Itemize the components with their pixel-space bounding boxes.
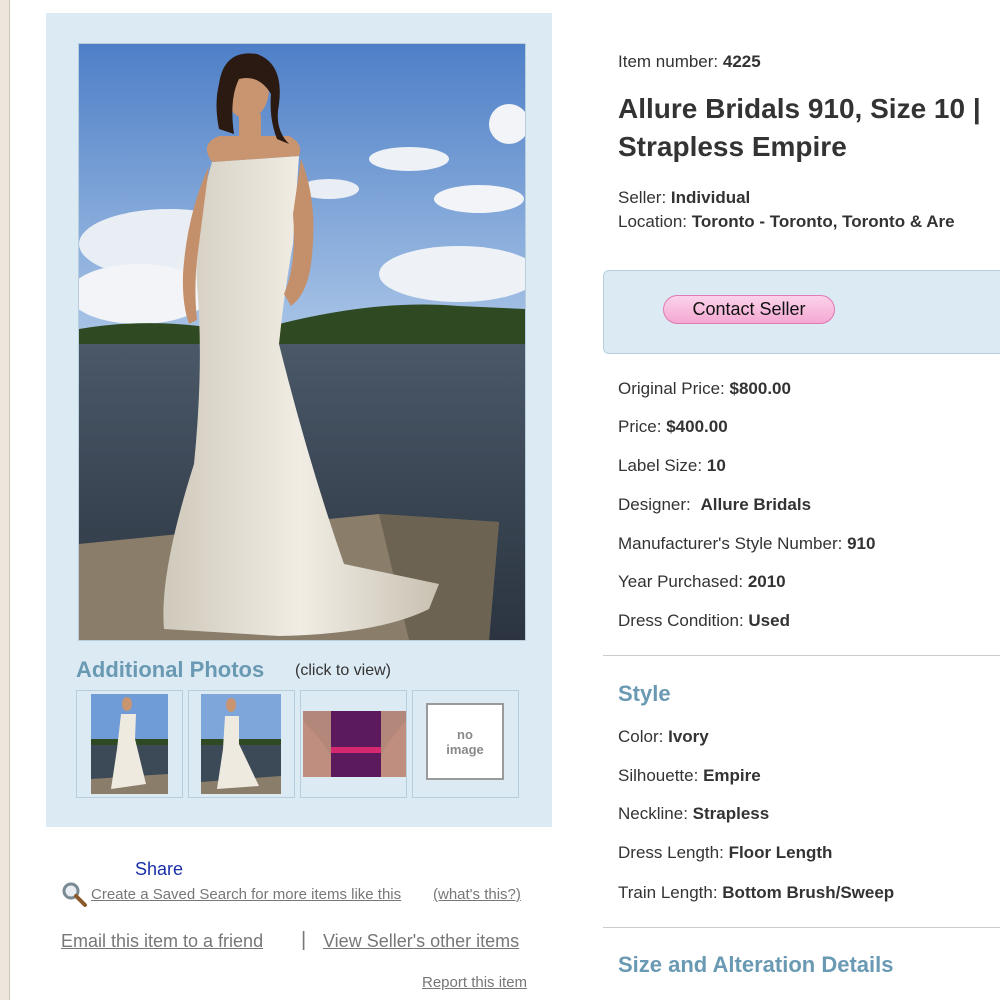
contact-box: Contact Seller (603, 270, 1000, 354)
location-value: Toronto - Toronto, Toronto & Are (691, 212, 955, 231)
detail-value: Used (748, 611, 790, 630)
thumbnail-2-image (201, 694, 281, 794)
detail-value: Allure Bridals (700, 495, 812, 514)
seller-label: Seller: (618, 188, 667, 207)
main-dress-photo[interactable] (78, 43, 526, 641)
item-number-value: 4225 (722, 52, 761, 71)
style-value: Ivory (668, 727, 709, 746)
style-row-dress-length: Dress Length: Floor Length (618, 843, 832, 863)
detail-value: 910 (847, 534, 876, 553)
window-left-edge (0, 0, 10, 1000)
style-row-silhouette: Silhouette: Empire (618, 766, 761, 786)
magnifier-icon (60, 880, 90, 910)
click-to-view-hint: (click to view) (295, 662, 392, 679)
section-divider (603, 655, 1000, 656)
detail-label: Dress Condition: (618, 611, 744, 630)
no-image-text-2: image (446, 741, 484, 757)
seller-value: Individual (670, 188, 751, 207)
style-value: Bottom Brush/Sweep (722, 883, 895, 902)
style-label: Train Length: (618, 883, 718, 902)
detail-label: Manufacturer's Style Number: (618, 534, 843, 553)
detail-value: 2010 (747, 572, 786, 591)
style-row-train-length: Train Length: Bottom Brush/Sweep (618, 883, 894, 903)
detail-row-label-size: Label Size: 10 (618, 456, 726, 476)
thumbnail-1[interactable] (76, 690, 183, 798)
photo-panel: Additional Photos (click to view) no ima… (46, 13, 552, 827)
whats-this-link[interactable]: (what's this?) (433, 886, 521, 903)
section-divider (603, 927, 1000, 928)
contact-seller-button[interactable]: Contact Seller (663, 295, 835, 324)
detail-row-designer: Designer: Allure Bridals (618, 495, 811, 515)
email-friend-link[interactable]: Email this item to a friend (61, 931, 263, 952)
style-label: Color: (618, 727, 664, 746)
seller-other-items-link[interactable]: View Seller's other items (323, 931, 519, 952)
detail-value: $800.00 (729, 379, 791, 398)
link-divider: | (301, 929, 307, 951)
seller-row: Seller: Individual (618, 188, 750, 208)
detail-label: Designer: (618, 495, 691, 514)
item-title-line-1: Allure Bridals 910, Size 10 | (618, 93, 981, 124)
thumbnail-1-image (91, 694, 168, 794)
thumbnail-3[interactable] (300, 690, 407, 798)
style-label: Dress Length: (618, 843, 724, 862)
style-label: Neckline: (618, 804, 688, 823)
item-number-label: Item number: (618, 52, 719, 71)
detail-label: Original Price: (618, 379, 725, 398)
style-section-title: Style (618, 681, 671, 706)
detail-value: 10 (706, 456, 726, 475)
detail-label: Year Purchased: (618, 572, 744, 591)
location-row: Location: Toronto - Toronto, Toronto & A… (618, 212, 955, 232)
location-label: Location: (618, 212, 687, 231)
detail-row-original-price: Original Price: $800.00 (618, 379, 791, 399)
item-title-line-2: Strapless Empire (618, 131, 847, 162)
no-image-placeholder: no image (426, 703, 504, 780)
bride-photo-illustration (79, 44, 525, 640)
item-title: Allure Bridals 910, Size 10 | Strapless … (618, 90, 1000, 166)
detail-row-style-number: Manufacturer's Style Number: 910 (618, 534, 875, 554)
saved-search-link[interactable]: Create a Saved Search for more items lik… (91, 886, 401, 903)
detail-row-price: Price: $400.00 (618, 417, 728, 437)
style-value: Floor Length (728, 843, 833, 862)
report-item-link[interactable]: Report this item (422, 974, 527, 991)
style-value: Strapless (692, 804, 770, 823)
style-value: Empire (703, 766, 761, 785)
style-label: Silhouette: (618, 766, 699, 785)
detail-value: $400.00 (666, 417, 728, 436)
style-row-neckline: Neckline: Strapless (618, 804, 769, 824)
style-row-color: Color: Ivory (618, 727, 709, 747)
thumbnail-3-image (303, 711, 406, 777)
detail-label: Price: (618, 417, 662, 436)
detail-row-year-purchased: Year Purchased: 2010 (618, 572, 786, 592)
no-image-text-1: no (457, 726, 473, 742)
thumbnail-2[interactable] (188, 690, 295, 798)
size-alteration-section-title: Size and Alteration Details (618, 952, 894, 977)
additional-photos-title: Additional Photos (76, 657, 265, 682)
detail-label: Label Size: (618, 456, 703, 475)
thumbnail-4-no-image[interactable]: no image (412, 690, 519, 798)
detail-row-condition: Dress Condition: Used (618, 611, 790, 631)
share-link[interactable]: Share (135, 859, 183, 880)
item-number: Item number: 4225 (618, 52, 761, 72)
